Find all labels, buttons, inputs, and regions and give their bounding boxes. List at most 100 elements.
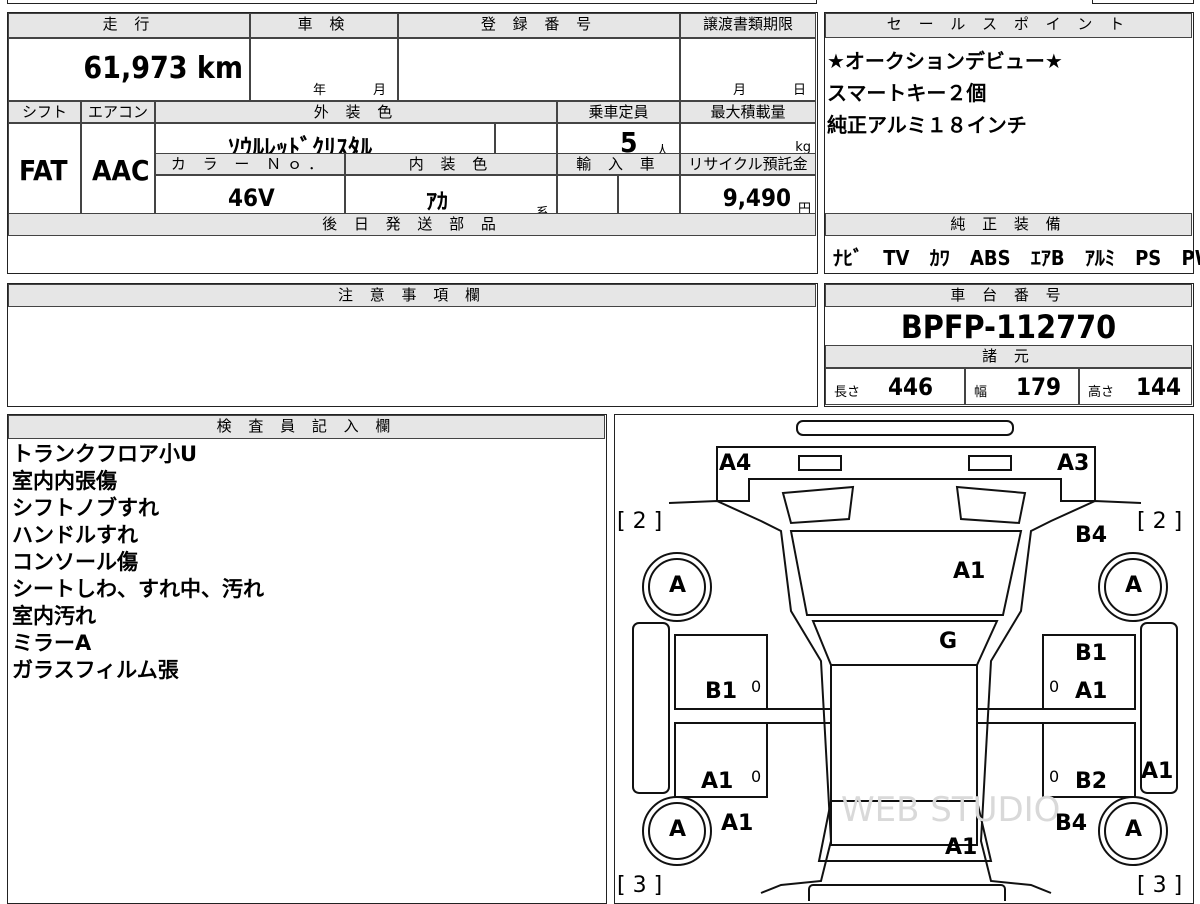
height-cell: 高さ 144: [1079, 368, 1192, 405]
inspector-list: トランクフロア小U 室内内張傷 シフトノブすれ ハンドルすれ コンソール傷 シー…: [12, 441, 264, 684]
colorno-header: カ ラ ー Ｎｏ．: [155, 153, 345, 175]
wheel-front-right: A: [1125, 573, 1143, 598]
equipment-item: PW: [1181, 246, 1200, 270]
inspector-item: シフトノブすれ: [12, 496, 159, 520]
width-cell: 幅 179: [965, 368, 1079, 405]
chassis-number: BPFP-112770: [900, 308, 1117, 346]
inspector-header: 検 査 員 記 入 欄: [8, 415, 605, 439]
notes-box: 注 意 事 項 欄: [7, 283, 818, 407]
transfer-day-unit: 日: [793, 83, 807, 98]
chassis-box: 車 台 番 号 BPFP-112770 諸 元 長さ 446 幅 179 高さ …: [824, 283, 1194, 407]
equipment-item: PS: [1135, 246, 1162, 270]
damage-b1-left: B1: [705, 679, 738, 704]
sales-points-header: セ ー ル ス ポ イ ン ト: [825, 13, 1192, 38]
sales-point-item: 純正アルミ１８インチ: [827, 113, 1027, 137]
mileage-value: 61,973 km: [83, 51, 243, 86]
inspector-item: ハンドルすれ: [12, 523, 138, 547]
ac-cell: AAC: [81, 123, 155, 223]
inspector-item: シートしわ、すれ中、汚れ: [12, 577, 264, 601]
zero-left-upper: 0: [751, 677, 762, 696]
recycle-header: リサイクル預託金: [680, 153, 816, 175]
damage-a1-bottom: A1: [945, 835, 978, 860]
sales-point-item: スマートキー２個: [827, 81, 987, 105]
ac-header: エアコン: [81, 101, 155, 123]
equipment-list: ﾅﾋﾞ TV ｶﾜ ABS ｴｱB ｱﾙﾐ PS PW: [833, 242, 1200, 271]
inspection-month-unit: 月: [373, 83, 387, 98]
transfer-deadline-header: 譲渡書類期限: [680, 13, 816, 38]
mileage-cell: 61,973 km: [8, 38, 250, 101]
bracket-2-right: [ 2 ]: [1137, 509, 1183, 534]
interior-value: ｱｶ: [426, 190, 449, 215]
equipment-item: ｶﾜ: [929, 246, 950, 270]
zero-right-lower: 0: [1049, 767, 1060, 786]
zero-right-upper: 0: [1049, 677, 1060, 696]
damage-diagram-box: WEB STUDIO A4 A3 [ 2 ] [ 2 ] B4 A1 A A G…: [614, 414, 1194, 904]
chassis-header: 車 台 番 号: [825, 284, 1192, 307]
shift-header: シフト: [8, 101, 81, 123]
equipment-item: TV: [883, 246, 910, 270]
inspection-cell: 年 月: [250, 38, 398, 101]
damage-a1-right-side: A1: [1141, 759, 1174, 784]
import-header: 輸 入 車: [557, 153, 680, 175]
height-label: 高さ: [1088, 385, 1115, 400]
damage-a1-roof: A1: [953, 559, 986, 584]
shift-value: FAT: [19, 154, 68, 187]
equipment-header: 純 正 装 備: [825, 213, 1192, 236]
length-cell: 長さ 446: [825, 368, 965, 405]
damage-a3: A3: [1057, 451, 1090, 476]
ac-value: AAC: [92, 154, 150, 187]
shift-cell: FAT: [8, 123, 81, 223]
damage-g: G: [939, 629, 958, 654]
length-value: 446: [888, 373, 934, 401]
exterior-header: 外 装 色: [155, 101, 557, 123]
damage-b2: B2: [1075, 769, 1108, 794]
top-clipped-strip: [7, 0, 817, 4]
equipment-item: ABS: [970, 246, 1011, 270]
bracket-2-left: [ 2 ]: [617, 509, 663, 534]
mileage-header: 走 行: [8, 13, 250, 38]
sales-points-box: セ ー ル ス ポ イ ン ト ★オークションデビュー★ スマートキー２個 純正…: [824, 12, 1200, 274]
bracket-3-left: [ 3 ]: [617, 873, 663, 898]
notes-header: 注 意 事 項 欄: [8, 284, 816, 307]
equipment-item: ｴｱB: [1030, 246, 1065, 270]
top-clipped-strip-right: [1092, 0, 1194, 4]
equipment-item: ｱﾙﾐ: [1084, 246, 1115, 270]
registration-header: 登 録 番 号: [398, 13, 680, 38]
vehicle-info-table: 走 行 車 検 登 録 番 号 譲渡書類期限 61,973 km 年 月 月 日…: [7, 12, 818, 274]
damage-a1-left-rear: A1: [701, 769, 734, 794]
damage-a1-left-low: A1: [721, 811, 754, 836]
width-value: 179: [1016, 373, 1062, 401]
inspector-item: ミラーA: [12, 631, 92, 655]
inspector-item: 室内内張傷: [12, 469, 117, 493]
inspector-item: コンソール傷: [12, 550, 138, 574]
wheel-rear-right: A: [1125, 817, 1143, 842]
transfer-cell: 月 日: [680, 38, 816, 101]
wheel-rear-left: A: [669, 817, 687, 842]
later-parts-header: 後 日 発 送 部 品: [8, 213, 816, 236]
inspection-year-unit: 年: [313, 83, 327, 98]
registration-cell: [398, 38, 680, 101]
width-label: 幅: [974, 385, 988, 400]
sales-points-list: ★オークションデビュー★ スマートキー２個 純正アルミ１８インチ: [827, 45, 1063, 141]
damage-a1-right-door: A1: [1075, 679, 1108, 704]
capacity-header: 乗車定員: [557, 101, 680, 123]
damage-b4-bottom: B4: [1055, 811, 1088, 836]
length-label: 長さ: [834, 385, 861, 400]
damage-b4-top: B4: [1075, 523, 1108, 548]
inspector-box: 検 査 員 記 入 欄 トランクフロア小U 室内内張傷 シフトノブすれ ハンドル…: [7, 414, 607, 904]
transfer-month-unit: 月: [733, 83, 747, 98]
bracket-3-right: [ 3 ]: [1137, 873, 1183, 898]
zero-left-lower: 0: [751, 767, 762, 786]
sales-point-item: ★オークションデビュー★: [827, 49, 1063, 73]
watermark-text: WEB STUDIO: [841, 790, 1060, 830]
inspector-item: ガラスフィルム張: [12, 658, 179, 682]
colorno-value: 46V: [228, 184, 275, 212]
height-value: 144: [1136, 373, 1182, 401]
damage-a4: A4: [719, 451, 752, 476]
inspector-item: トランクフロア小U: [12, 442, 198, 466]
wheel-front-left: A: [669, 573, 687, 598]
inspector-item: 室内汚れ: [12, 604, 96, 628]
damage-b1-right: B1: [1075, 641, 1108, 666]
specs-header: 諸 元: [825, 345, 1192, 368]
recycle-value: 9,490: [722, 184, 791, 212]
